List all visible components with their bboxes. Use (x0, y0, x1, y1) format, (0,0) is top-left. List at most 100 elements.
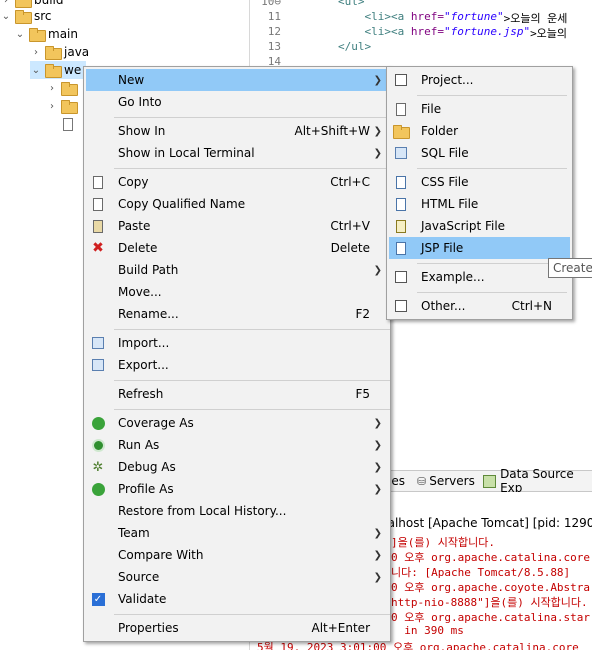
menu-item-import[interactable]: Import... (86, 332, 388, 354)
console-line: in 390 ms (391, 624, 464, 637)
menu-item-refresh[interactable]: Refresh F5 (86, 383, 388, 405)
menu-item-copy[interactable]: Copy Ctrl+C (86, 171, 388, 193)
chevron-right-icon: ❯ (373, 549, 382, 561)
shortcut: Alt+Shift+W (294, 124, 371, 138)
menu-item-compare-with[interactable]: Compare With ❯ (86, 544, 388, 566)
tree-item-src[interactable]: ⌄ src (0, 7, 52, 25)
menu-separator (114, 329, 390, 330)
chevron-right-icon[interactable]: › (30, 47, 42, 58)
code-tag: <li><a (364, 25, 411, 38)
menu-item-move[interactable]: Move... (86, 281, 388, 303)
javascript-file-icon (393, 218, 409, 234)
other-icon (393, 298, 409, 314)
code-line: 10⊖ <ul> (251, 0, 364, 10)
chevron-right-icon: ❯ (373, 571, 382, 583)
submenu-item-folder[interactable]: Folder (389, 120, 570, 142)
code-tag: <ul> (337, 0, 365, 8)
menu-item-properties[interactable]: Properties Alt+Enter (86, 617, 388, 639)
coverage-icon (90, 415, 106, 431)
chevron-right-icon[interactable]: › (46, 83, 58, 94)
submenu-item-sql-file[interactable]: SQL File (389, 142, 570, 164)
chevron-right-icon: ❯ (373, 527, 382, 539)
line-number: 10⊖ (261, 0, 281, 8)
code-text: >오늘의 운세 (503, 12, 568, 25)
menu-item-validate[interactable]: ✓ Validate (86, 588, 388, 610)
menu-item-paste[interactable]: Paste Ctrl+V (86, 215, 388, 237)
submenu-item-javascript-file[interactable]: JavaScript File (389, 215, 570, 237)
tab-data-source-explorer[interactable]: Data Source Exp (483, 467, 592, 495)
menu-item-run-as[interactable]: Run As ❯ (86, 434, 388, 456)
tree-item-webapp[interactable]: ⌄ we (30, 61, 86, 79)
copy-icon (90, 174, 106, 190)
folder-icon (29, 28, 46, 42)
code-line: 12 <li><a href= "fortune.jsp" >오늘의 (251, 25, 567, 40)
line-number: 12 (267, 25, 281, 38)
chevron-right-icon[interactable]: › (0, 0, 12, 6)
servers-icon: ⛁ (417, 474, 427, 488)
menu-item-go-into[interactable]: Go Into (86, 91, 388, 113)
menu-item-restore-from-local-history[interactable]: Restore from Local History... (86, 500, 388, 522)
shortcut: Ctrl+V (330, 219, 370, 233)
menu-item-new[interactable]: New ❯ (86, 69, 388, 91)
validate-icon: ✓ (90, 591, 106, 607)
tree-item-child-folder[interactable]: › (46, 79, 80, 97)
file-icon (63, 117, 73, 131)
tree-item-child-file[interactable] (0, 115, 73, 133)
debug-icon: ✲ (92, 459, 104, 475)
tree-item-label: we (64, 63, 82, 77)
submenu-item-other[interactable]: Other... Ctrl+N (389, 295, 570, 317)
menu-item-source[interactable]: Source ❯ (86, 566, 388, 588)
menu-separator (114, 168, 390, 169)
data-source-icon (483, 474, 497, 488)
tree-item-main[interactable]: ⌄ main (14, 25, 78, 43)
menu-item-coverage-as[interactable]: Coverage As ❯ (86, 412, 388, 434)
submenu-item-example[interactable]: Example... (389, 266, 570, 288)
console-line: 0 오후 org.apache.coyote.Abstra (391, 581, 591, 594)
file-icon (393, 101, 409, 117)
console-line: ]을(를) 시작합니다. (391, 536, 495, 549)
submenu-item-css-file[interactable]: CSS File (389, 171, 570, 193)
example-icon (393, 269, 409, 285)
shortcut: Alt+Enter (311, 621, 370, 635)
code-tag: <li><a (364, 10, 411, 23)
tree-item-label: main (48, 27, 78, 41)
shortcut: Ctrl+C (330, 175, 370, 189)
menu-item-profile-as[interactable]: Profile As ❯ (86, 478, 388, 500)
chevron-right-icon[interactable]: › (46, 101, 58, 112)
menu-item-team[interactable]: Team ❯ (86, 522, 388, 544)
code-line: 13 </ul> (251, 40, 371, 55)
submenu-item-project[interactable]: Project... (389, 69, 570, 91)
menu-item-show-in-local-terminal[interactable]: Show in Local Terminal ❯ (86, 142, 388, 164)
tree-item-child-folder[interactable]: › (46, 97, 80, 115)
jsp-file-icon (393, 240, 409, 256)
menu-item-copy-qualified-name[interactable]: Copy Qualified Name (86, 193, 388, 215)
chevron-right-icon: ❯ (373, 74, 382, 86)
export-icon (90, 357, 106, 373)
menu-separator (417, 168, 567, 169)
menu-separator (417, 292, 567, 293)
menu-item-show-in[interactable]: Show In Alt+Shift+W ❯ (86, 120, 388, 142)
tree-item-java[interactable]: › java (30, 43, 89, 61)
menu-separator (114, 614, 390, 615)
submenu-item-jsp-file[interactable]: JSP File (389, 237, 570, 259)
delete-icon: ✖ (92, 240, 104, 256)
menu-item-delete[interactable]: ✖ Delete Delete (86, 237, 388, 259)
submenu-item-html-file[interactable]: HTML File (389, 193, 570, 215)
chevron-right-icon: ❯ (373, 483, 382, 495)
chevron-down-icon[interactable]: ⌄ (30, 65, 42, 76)
chevron-right-icon: ❯ (373, 264, 382, 276)
code-attr: href= (410, 10, 444, 23)
submenu-item-file[interactable]: File (389, 98, 570, 120)
menu-item-debug-as[interactable]: ✲ Debug As ❯ (86, 456, 388, 478)
console-title: calhost [Apache Tomcat] [pid: 12900 (381, 516, 592, 530)
folder-icon (61, 100, 78, 114)
chevron-down-icon[interactable]: ⌄ (0, 11, 12, 22)
sql-file-icon (393, 145, 409, 161)
tab-servers[interactable]: ⛁ Servers (417, 474, 475, 488)
chevron-down-icon[interactable]: ⌄ (14, 29, 26, 40)
menu-item-rename[interactable]: Rename... F2 (86, 303, 388, 325)
chevron-right-icon: ❯ (373, 439, 382, 451)
menu-item-build-path[interactable]: Build Path ❯ (86, 259, 388, 281)
menu-item-export[interactable]: Export... (86, 354, 388, 376)
chevron-right-icon: ❯ (373, 417, 382, 429)
